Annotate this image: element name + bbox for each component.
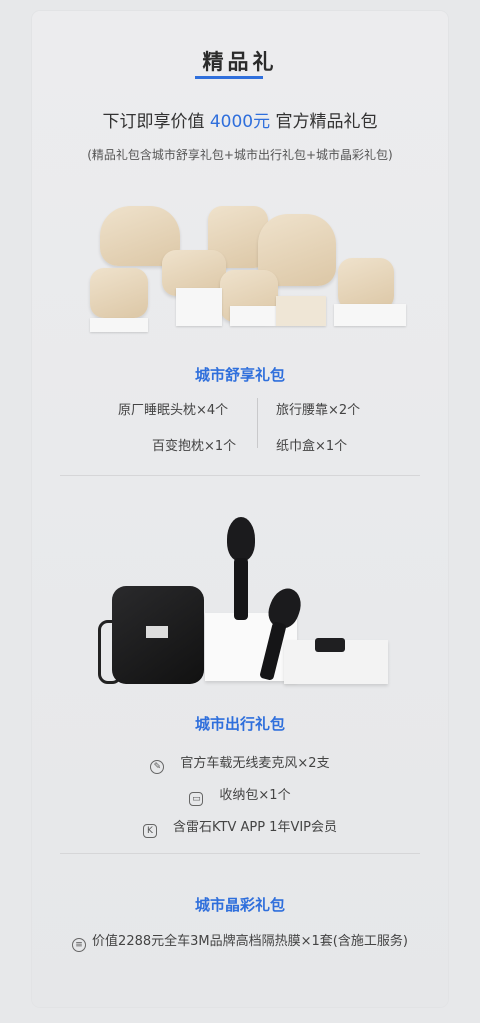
item-cushion: 百变抱枕×1个: [152, 439, 237, 454]
page-title: 精品礼: [194, 46, 286, 79]
display-block: [334, 304, 406, 326]
title-underline: [194, 76, 263, 79]
bag-logo: [146, 626, 168, 638]
headline-text-2: 官方精品礼包: [270, 112, 378, 132]
display-block: [230, 306, 276, 326]
crystal-item-film: ≡ 价值2288元全车3M品牌高档隔热膜×1套(含施工服务): [0, 930, 480, 952]
display-block: [176, 288, 222, 326]
display-block: [90, 318, 148, 332]
pillows-image: [90, 200, 410, 340]
receiver-dongle: [315, 638, 345, 652]
item-lumbar: 旅行腰靠×2个: [276, 403, 361, 418]
item-divider: [257, 398, 258, 448]
storage-bag: [112, 586, 204, 684]
title-wrap: 精品礼: [0, 46, 480, 79]
microphone-icon: ✎: [150, 760, 165, 774]
headline-amount: 4000元: [209, 112, 271, 132]
section-divider: [60, 475, 420, 476]
section-title-travel: 城市出行礼包: [194, 715, 285, 733]
microphone-handle: [234, 558, 248, 620]
travel-item-mic: ✎ 官方车载无线麦克风×2支: [0, 752, 480, 774]
section-title-comfort: 城市舒享礼包: [194, 366, 285, 384]
section-divider: [60, 853, 420, 854]
k-icon: K: [142, 824, 157, 838]
pillow-shape: [90, 268, 148, 318]
headline: 下订即享价值 4000元 官方精品礼包: [0, 107, 480, 132]
tissue-box: [276, 296, 326, 326]
subline: (精品礼包含城市舒享礼包+城市出行礼包+城市晶彩礼包): [87, 148, 393, 162]
headline-text: 下订即享价值: [102, 112, 210, 132]
film-roll-icon: ≡: [72, 938, 87, 952]
travel-item-bag: ▭ 收纳包×1个: [0, 784, 480, 806]
item-tissue-box: 纸巾盒×1个: [276, 439, 348, 454]
travel-item-ktv: K 含雷石KTV APP 1年VIP会员: [0, 816, 480, 838]
microphone-head: [227, 517, 255, 561]
item-headrest: 原厂睡眠头枕×4个: [118, 403, 229, 418]
page-title-text: 精品礼: [202, 50, 278, 74]
pillow-shape: [338, 258, 394, 310]
section-title-crystal: 城市晶彩礼包: [194, 896, 285, 914]
bag-icon: ▭: [189, 792, 204, 806]
